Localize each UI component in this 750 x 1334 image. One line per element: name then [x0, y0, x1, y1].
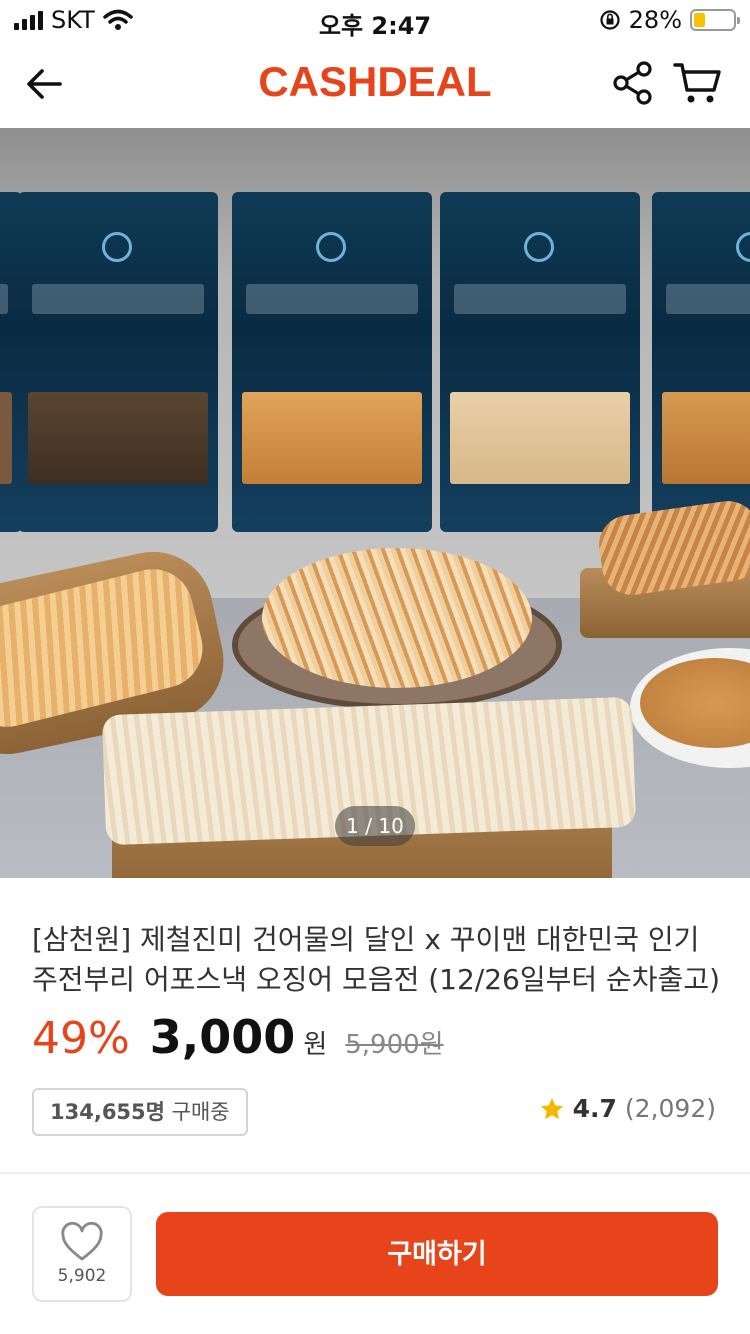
rating-score: 4.7 — [572, 1094, 617, 1123]
buy-button[interactable]: 구매하기 — [156, 1212, 718, 1296]
review-count: (2,092) — [624, 1094, 716, 1123]
image-counter: 1 / 10 — [335, 806, 415, 846]
currency-label: 원 — [303, 1030, 328, 1060]
squid-snack — [262, 548, 532, 688]
product-title-line1: [삼천원] 제철진미 건어물의 달인 x 꾸이맨 대한민국 인기 — [32, 923, 700, 956]
buyers-badge: 134,655명 구매중 — [32, 1088, 248, 1136]
sale-price: 3,000 — [149, 1010, 296, 1064]
battery-percent: 28% — [628, 6, 682, 34]
product-package — [440, 192, 640, 532]
app-header: CASHDEAL — [0, 40, 750, 128]
status-bar: SKT 오후 2:47 28% — [0, 0, 750, 40]
status-right: 28% — [599, 6, 740, 34]
product-image[interactable]: 1 / 10 — [0, 128, 750, 878]
original-price: 5,900원 — [345, 1030, 444, 1060]
divider — [0, 1172, 750, 1174]
product-title-line2: 주전부리 어포스낵 오징어 모음전 (12/26일부터 순차출고) — [32, 963, 721, 996]
star-icon — [540, 1097, 563, 1119]
buyers-count: 134,655명 — [50, 1100, 165, 1124]
price-row: 49% 3,000 원 5,900원 — [32, 1010, 444, 1070]
product-package — [18, 192, 218, 532]
discount-rate: 49% — [32, 1013, 130, 1064]
heart-icon — [61, 1222, 103, 1261]
cart-icon[interactable] — [672, 60, 722, 106]
like-count: 5,902 — [57, 1266, 107, 1286]
orientation-lock-icon — [600, 10, 620, 30]
buyers-label: 구매중 — [171, 1100, 230, 1124]
product-package — [232, 192, 432, 532]
battery-icon — [690, 9, 740, 31]
like-button[interactable]: 5,902 — [32, 1206, 132, 1302]
rating[interactable]: 4.7 (2,092) — [539, 1094, 716, 1123]
product-title: [삼천원] 제철진미 건어물의 달인 x 꾸이맨 대한민국 인기 주전부리 어포… — [32, 920, 722, 1000]
product-package — [652, 192, 750, 532]
share-icon[interactable] — [610, 60, 656, 106]
